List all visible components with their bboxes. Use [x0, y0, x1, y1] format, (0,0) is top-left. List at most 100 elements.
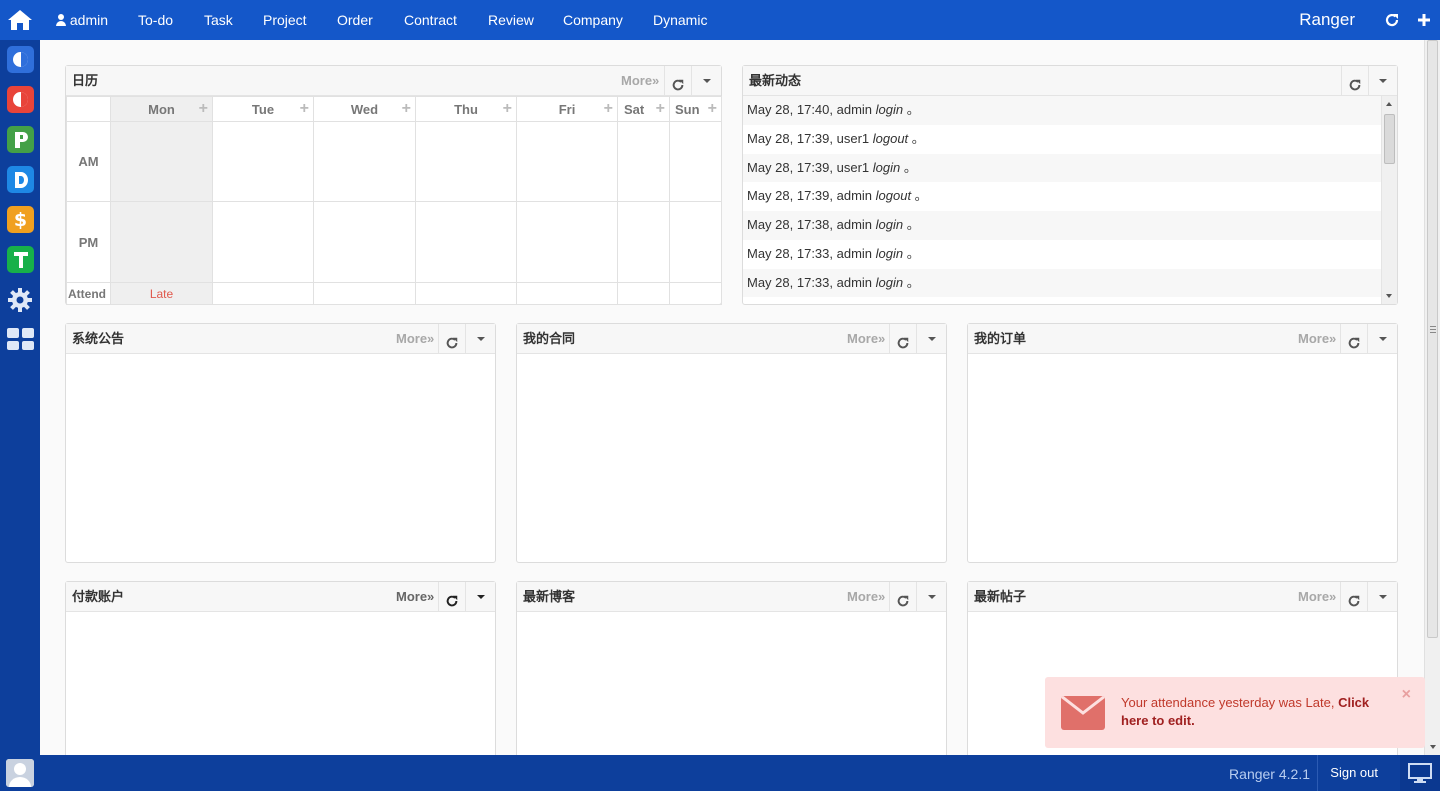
refresh-icon[interactable] — [671, 73, 687, 91]
user-icon — [56, 1, 66, 26]
more-link[interactable]: More» — [396, 582, 434, 612]
list-item[interactable]: May 28, 17:33, admin login 。 — [743, 240, 1381, 269]
add-event-icon[interactable]: + — [300, 101, 309, 117]
panel-title: 系统公告 — [72, 331, 125, 346]
page-scrollbar[interactable] — [1424, 40, 1440, 755]
home-button[interactable] — [0, 0, 40, 40]
nav-project[interactable]: Project — [263, 0, 307, 40]
chevron-down-icon[interactable] — [477, 337, 485, 341]
list-item[interactable]: May 28, 17:39, user1 login 。 — [743, 153, 1381, 183]
envelope-icon — [1061, 696, 1105, 730]
add-event-icon[interactable]: + — [708, 101, 717, 117]
row-label-attend: Attend — [66, 282, 111, 305]
calendar-cell[interactable] — [110, 201, 213, 283]
list-item[interactable]: May 28, 17:33, admin login 。 — [743, 268, 1381, 298]
nav-order[interactable]: Order — [337, 0, 373, 40]
account-panel: 付款账户 More» — [65, 581, 496, 755]
more-link[interactable]: More» — [1298, 582, 1336, 612]
calendar-cell[interactable] — [313, 121, 416, 202]
app-oa-icon[interactable] — [7, 86, 34, 113]
nav-dynamic[interactable]: Dynamic — [653, 0, 707, 40]
nav-user-admin[interactable]: admin — [56, 0, 108, 40]
scroll-thumb[interactable] — [1427, 40, 1438, 638]
calendar-cell[interactable] — [617, 201, 670, 283]
scroll-down-icon[interactable] — [1386, 294, 1392, 298]
nav-todo[interactable]: To-do — [138, 0, 173, 40]
calendar-cell[interactable] — [415, 201, 517, 283]
refresh-icon[interactable] — [1347, 589, 1363, 607]
chevron-down-icon[interactable] — [1379, 595, 1387, 599]
calendar-cell[interactable] — [669, 201, 722, 283]
day-header-mon: Mon + — [110, 96, 213, 122]
app-project-icon[interactable] — [7, 126, 34, 153]
list-item[interactable]: May 28, 17:39, admin logout 。 — [743, 182, 1381, 211]
attendance-toast[interactable]: Your attendance yesterday was Late, Clic… — [1045, 677, 1425, 748]
chevron-down-icon[interactable] — [477, 595, 485, 599]
settings-gear-icon[interactable] — [7, 287, 33, 316]
chevron-down-icon[interactable] — [1379, 337, 1387, 341]
scroll-down-icon[interactable] — [1430, 745, 1436, 749]
attend-status-late[interactable]: Late — [110, 282, 213, 305]
scroll-up-icon[interactable] — [1386, 102, 1392, 106]
calendar-cell[interactable] — [313, 201, 416, 283]
close-icon[interactable]: × — [1402, 686, 1411, 704]
list-item[interactable]: May 28, 17:39, user1 logout 。 — [743, 125, 1381, 154]
refresh-icon[interactable] — [896, 331, 912, 349]
refresh-icon[interactable] — [896, 589, 912, 607]
more-link[interactable]: More» — [847, 582, 885, 612]
calendar-cell — [415, 282, 517, 305]
more-link[interactable]: More» — [621, 66, 659, 96]
desktop-monitor-icon[interactable] — [1400, 755, 1440, 791]
chevron-down-icon[interactable] — [928, 337, 936, 341]
more-link[interactable]: More» — [847, 324, 885, 354]
add-event-icon[interactable]: + — [656, 101, 665, 117]
nav-task[interactable]: Task — [204, 0, 233, 40]
calendar-panel: 日历 More» Mon + Tue + Wed + Thu + Fri + Sat + S… — [65, 65, 722, 305]
calendar-cell[interactable] — [110, 121, 213, 202]
refresh-icon[interactable] — [1347, 331, 1363, 349]
panel-header: 我的订单 More» — [968, 324, 1397, 354]
app-team-icon[interactable] — [7, 246, 34, 273]
calendar-cell[interactable] — [617, 121, 670, 202]
add-event-icon[interactable]: + — [503, 101, 512, 117]
day-header-thu: Thu + — [415, 96, 517, 122]
sign-out-button[interactable]: Sign out — [1317, 755, 1378, 791]
home-icon — [8, 10, 32, 30]
calendar-cell[interactable] — [212, 201, 314, 283]
refresh-icon[interactable] — [445, 331, 461, 349]
scroll-thumb[interactable] — [1384, 114, 1395, 164]
add-event-icon[interactable]: + — [402, 101, 411, 117]
more-link[interactable]: More» — [396, 324, 434, 354]
chevron-down-icon[interactable] — [703, 79, 711, 83]
refresh-icon[interactable] — [445, 589, 461, 607]
list-item[interactable]: May 28, 17:40, admin login 。 — [743, 96, 1381, 125]
add-event-icon[interactable]: + — [199, 101, 208, 117]
user-avatar-icon[interactable] — [6, 759, 34, 787]
refresh-icon[interactable] — [1348, 73, 1364, 91]
panel-header: 最新动态 — [743, 66, 1397, 96]
chevron-down-icon[interactable] — [1379, 79, 1387, 83]
add-icon[interactable] — [1416, 12, 1432, 28]
more-link[interactable]: More» — [1298, 324, 1336, 354]
app-cash-icon[interactable]: $ — [7, 206, 34, 233]
chevron-down-icon[interactable] — [928, 595, 936, 599]
calendar-cell — [516, 282, 618, 305]
panel-title: 最新动态 — [749, 73, 802, 88]
list-item[interactable]: May 28, 17:38, admin login 。 — [743, 211, 1381, 240]
calendar-cell[interactable] — [516, 201, 618, 283]
app-sidebar: $ — [0, 0, 40, 791]
all-apps-icon[interactable] — [7, 328, 34, 350]
add-event-icon[interactable]: + — [604, 101, 613, 117]
nav-review[interactable]: Review — [488, 0, 534, 40]
app-crm-icon[interactable] — [7, 46, 34, 73]
calendar-cell[interactable] — [212, 121, 314, 202]
calendar-cell[interactable] — [415, 121, 517, 202]
feed-scrollbar[interactable] — [1381, 96, 1397, 304]
nav-contract[interactable]: Contract — [404, 0, 457, 40]
calendar-cell[interactable] — [669, 121, 722, 202]
refresh-icon[interactable] — [1384, 12, 1400, 28]
nav-company[interactable]: Company — [563, 0, 623, 40]
app-doc-icon[interactable] — [7, 166, 34, 193]
calendar-cell[interactable] — [516, 121, 618, 202]
top-navbar: admin To-do Task Project Order Contract … — [40, 0, 1440, 40]
